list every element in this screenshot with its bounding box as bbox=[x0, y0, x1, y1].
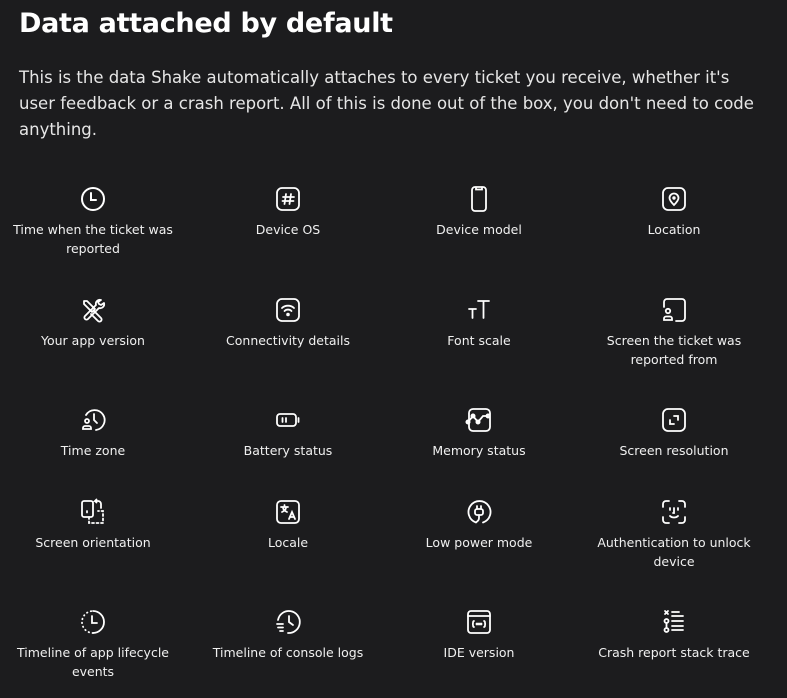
feature-item: Battery status bbox=[193, 406, 383, 460]
phone-icon bbox=[465, 185, 493, 213]
feature-item: Timeline of app lifecycle events bbox=[0, 608, 188, 681]
feature-item: Screen the ticket was reported from bbox=[579, 296, 769, 369]
feature-label: Location bbox=[647, 222, 701, 237]
feature-label: Timeline of app lifecycle events bbox=[17, 645, 169, 679]
feature-item: Screen resolution bbox=[579, 406, 769, 460]
log-clock-icon bbox=[274, 608, 302, 636]
chart-icon bbox=[465, 406, 493, 434]
feature-item: Low power mode bbox=[384, 498, 574, 552]
feature-label: Time when the ticket was reported bbox=[13, 222, 173, 256]
tools-icon bbox=[79, 296, 107, 324]
code-window-icon bbox=[465, 608, 493, 636]
feature-label: Connectivity details bbox=[226, 333, 350, 348]
feature-item: Device model bbox=[384, 185, 574, 239]
face-id-icon bbox=[660, 498, 688, 526]
feature-item: Connectivity details bbox=[193, 296, 383, 350]
feature-label: Battery status bbox=[243, 443, 333, 458]
font-size-icon bbox=[465, 296, 493, 324]
feature-label: Font scale bbox=[447, 333, 511, 348]
feature-label: Device model bbox=[436, 222, 522, 237]
feature-label: Memory status bbox=[432, 443, 526, 458]
feature-label: Screen the ticket was reported from bbox=[606, 333, 742, 367]
feature-item: Screen orientation bbox=[0, 498, 188, 552]
feature-label: Device OS bbox=[255, 222, 321, 237]
feature-label: Timeline of console logs bbox=[212, 645, 364, 660]
feature-label: Low power mode bbox=[425, 535, 533, 550]
feature-item: Locale bbox=[193, 498, 383, 552]
feature-label: Crash report stack trace bbox=[598, 645, 750, 660]
feature-item: Timeline of console logs bbox=[193, 608, 383, 662]
wifi-icon bbox=[274, 296, 302, 324]
plug-icon bbox=[465, 498, 493, 526]
feature-item: Location bbox=[579, 185, 769, 239]
feature-item: Authentication to unlock device bbox=[579, 498, 769, 571]
screen-user-icon bbox=[660, 296, 688, 324]
feature-label: Locale bbox=[267, 535, 309, 550]
feature-item: Device OS bbox=[193, 185, 383, 239]
feature-label: Screen resolution bbox=[619, 443, 729, 458]
feature-item: Time when the ticket was reported bbox=[0, 185, 188, 258]
feature-label: Time zone bbox=[60, 443, 126, 458]
features-grid: Time when the ticket was reported Device… bbox=[0, 0, 787, 698]
dashed-clock-icon bbox=[79, 608, 107, 636]
user-clock-icon bbox=[79, 406, 107, 434]
feature-label: IDE version bbox=[443, 645, 515, 660]
feature-label: Screen orientation bbox=[35, 535, 151, 550]
feature-item: Time zone bbox=[0, 406, 188, 460]
resize-icon bbox=[660, 406, 688, 434]
rotate-screen-icon bbox=[79, 498, 107, 526]
feature-item: Your app version bbox=[0, 296, 188, 350]
feature-item: Crash report stack trace bbox=[579, 608, 769, 662]
feature-item: Font scale bbox=[384, 296, 574, 350]
translate-icon bbox=[274, 498, 302, 526]
feature-item: Memory status bbox=[384, 406, 574, 460]
feature-label: Authentication to unlock device bbox=[597, 535, 751, 569]
clock-icon bbox=[79, 185, 107, 213]
hash-icon bbox=[274, 185, 302, 213]
battery-icon bbox=[274, 406, 302, 434]
feature-item: IDE version bbox=[384, 608, 574, 662]
location-pin-icon bbox=[660, 185, 688, 213]
feature-label: Your app version bbox=[41, 333, 145, 348]
stack-trace-icon bbox=[660, 608, 688, 636]
